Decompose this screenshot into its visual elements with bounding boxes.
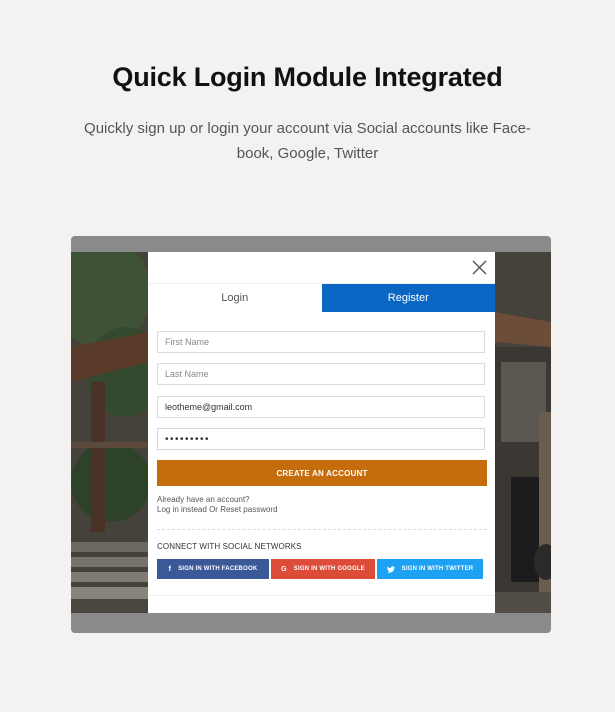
- twitter-icon: [386, 565, 395, 573]
- page-subtitle: Quickly sign up or login your account vi…: [80, 116, 535, 166]
- password-input[interactable]: [157, 428, 485, 450]
- email-input[interactable]: [157, 396, 485, 418]
- close-icon[interactable]: [470, 258, 488, 276]
- reset-password-link[interactable]: Reset password: [220, 505, 277, 514]
- divider: [157, 529, 487, 530]
- tab-login[interactable]: Login: [148, 284, 322, 312]
- register-modal: Login Register CREATE AN ACCOUNT Already…: [148, 252, 495, 613]
- subtitle-line-2: book, Google, Twitter: [236, 145, 379, 162]
- or-text: Or: [209, 505, 218, 514]
- tab-register[interactable]: Register: [321, 284, 495, 312]
- facebook-icon: f: [168, 565, 172, 573]
- twitter-signin-button[interactable]: SIGN IN WITH TWITTER: [377, 559, 483, 579]
- login-reset-links: Log in instead Or Reset password: [157, 505, 278, 514]
- twitter-signin-label: SIGN IN WITH TWITTER: [401, 566, 474, 572]
- google-signin-label: SIGN IN WITH GOOGLE: [293, 566, 365, 572]
- modal-footer-line: [148, 595, 495, 596]
- first-name-input[interactable]: [157, 331, 485, 353]
- subtitle-line-1: Quickly sign up or login your account vi…: [84, 120, 531, 137]
- login-instead-link[interactable]: Log in instead: [157, 505, 207, 514]
- create-account-button[interactable]: CREATE AN ACCOUNT: [157, 460, 487, 486]
- already-have-account-text: Already have an account?: [157, 495, 250, 504]
- google-icon: G: [281, 565, 287, 573]
- facebook-signin-button[interactable]: f SIGN IN WITH FACEBOOK: [157, 559, 269, 579]
- social-heading: CONNECT WITH SOCIAL NETWORKS: [157, 542, 302, 551]
- page-title: Quick Login Module Integrated: [112, 62, 503, 92]
- auth-tabs: Login Register: [148, 283, 495, 312]
- social-buttons: f SIGN IN WITH FACEBOOK G SIGN IN WITH G…: [157, 559, 487, 579]
- google-signin-button[interactable]: G SIGN IN WITH GOOGLE: [271, 559, 375, 579]
- screenshot-frame: Login Register CREATE AN ACCOUNT Already…: [71, 236, 551, 633]
- facebook-signin-label: SIGN IN WITH FACEBOOK: [178, 566, 258, 572]
- last-name-input[interactable]: [157, 363, 485, 385]
